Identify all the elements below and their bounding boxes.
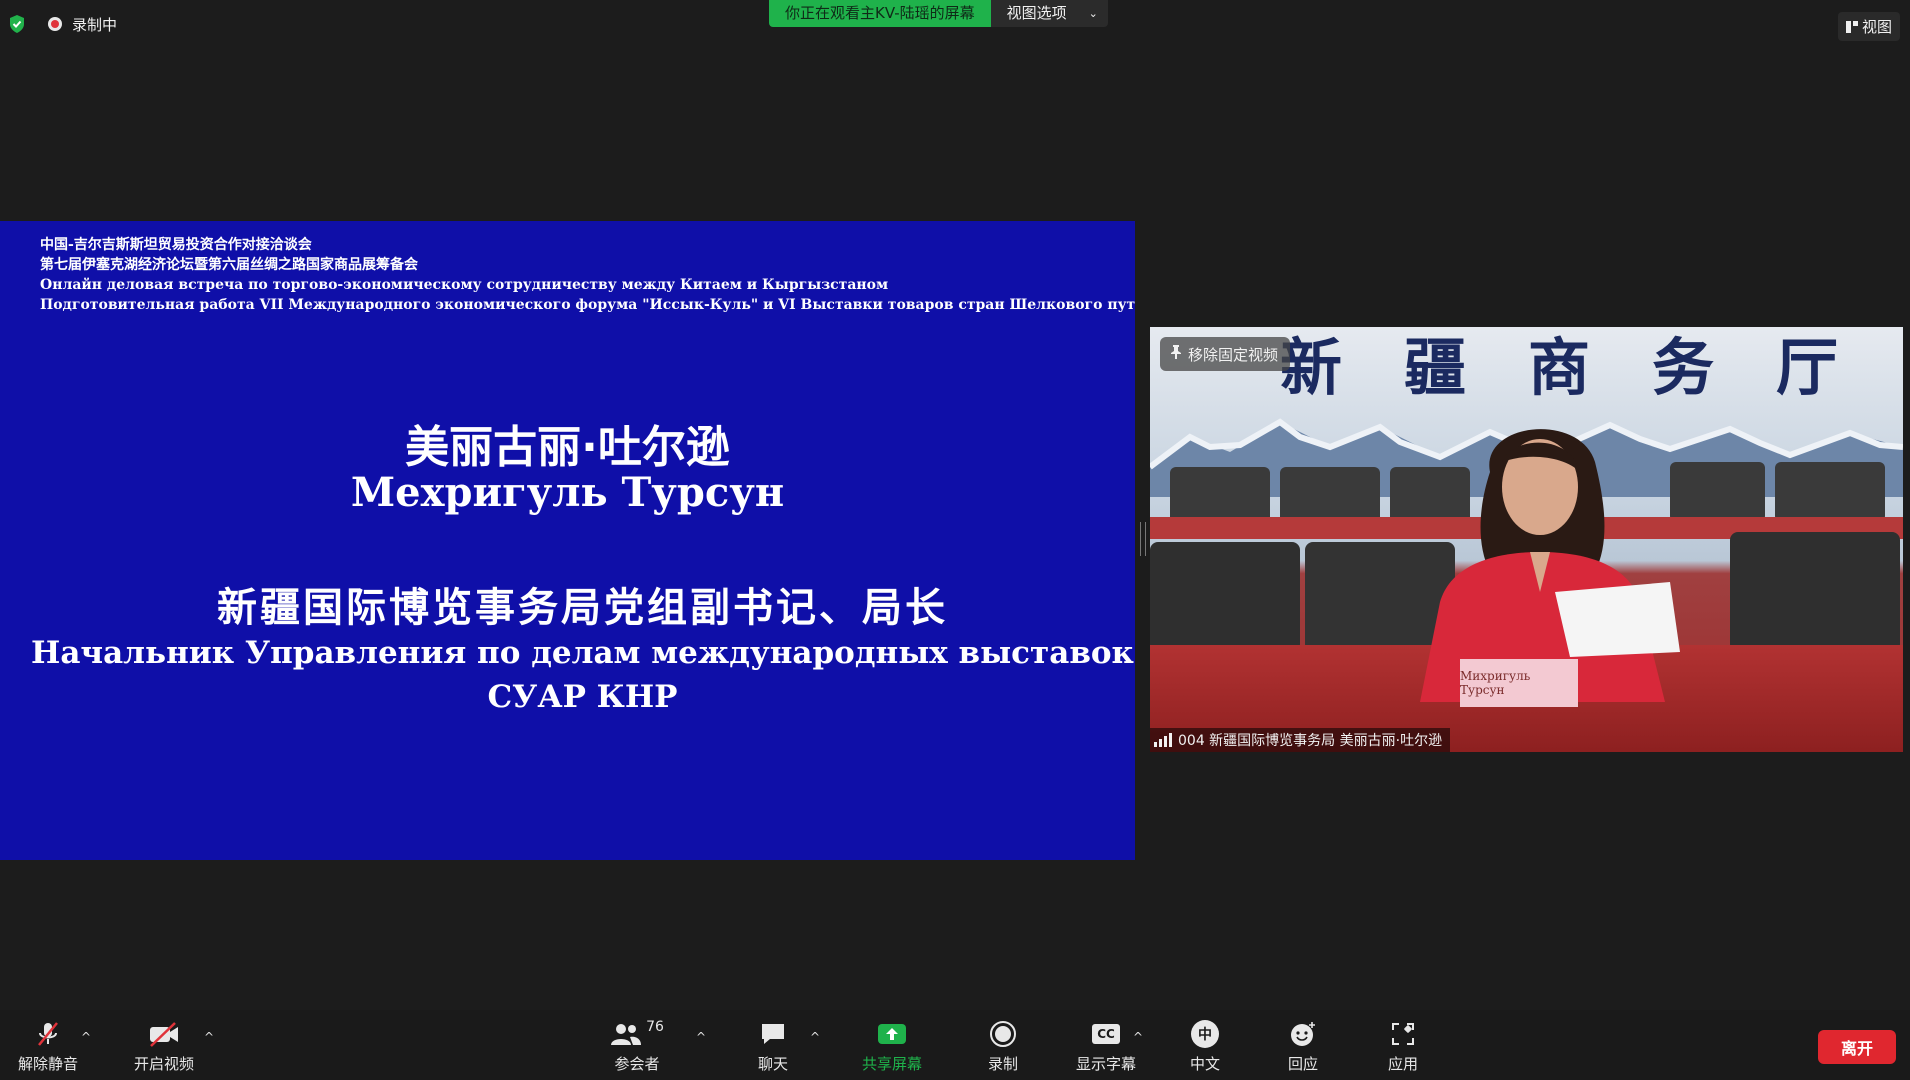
- signal-strength-icon: [1154, 733, 1172, 747]
- participant-name: 004 新疆国际博览事务局 美丽古丽·吐尔逊: [1178, 733, 1443, 749]
- share-screen-button[interactable]: 共享屏幕: [856, 1010, 928, 1080]
- security-shield-icon[interactable]: [2, 9, 32, 39]
- share-screen-label: 共享屏幕: [861, 1054, 922, 1073]
- recording-label: 录制中: [72, 15, 118, 34]
- captions-options-caret[interactable]: ^: [1133, 1030, 1143, 1044]
- language-icon-text: 中: [1191, 1019, 1219, 1048]
- speaker-title-zh: 新疆国际博览事务局党组副书记、局长: [217, 584, 948, 631]
- language-icon: 中: [1191, 1017, 1219, 1051]
- chat-label: 聊天: [757, 1054, 788, 1073]
- unmute-button[interactable]: 解除静音: [12, 1010, 84, 1080]
- view-button-label: 视图: [1861, 18, 1892, 36]
- record-label: 录制: [987, 1054, 1018, 1073]
- participants-count: 76: [646, 1018, 664, 1035]
- slide-header: 中国-吉尔吉斯斯坦贸易投资合作对接洽谈会 第七届伊塞克湖经济论坛暨第六届丝绸之路…: [40, 235, 1135, 315]
- view-button[interactable]: 视图: [1837, 12, 1900, 41]
- zoom-meeting-window: 录制中 你正在观看主KV-陆瑶的屏幕 视图选项 ⌄ 视图 中国-吉尔吉斯斯坦贸易…: [0, 0, 1910, 1080]
- panel-resize-handle[interactable]: [1140, 522, 1146, 556]
- chat-button[interactable]: 聊天: [740, 1010, 806, 1080]
- captions-button[interactable]: CC 显示字幕: [1070, 1010, 1142, 1080]
- speaker-name-ru: Мехригуль Турсун: [350, 469, 785, 516]
- unpin-video-label: 移除固定视频: [1188, 345, 1279, 364]
- apps-icon: [1389, 1017, 1417, 1051]
- view-options-button[interactable]: 视图选项 ⌄: [990, 0, 1108, 27]
- participants-icon-wrap: 76: [610, 1017, 664, 1051]
- slide-header-line: Онлайн деловая встреча по торгово-эконом…: [40, 277, 889, 293]
- screen-share-banner: 你正在观看主KV-陆瑶的屏幕 视图选项 ⌄: [769, 0, 1108, 27]
- record-button[interactable]: 录制: [970, 1010, 1036, 1080]
- video-options-caret[interactable]: ^: [204, 1030, 214, 1044]
- captions-icon: CC: [1092, 1017, 1120, 1051]
- language-button[interactable]: 中 中文: [1172, 1010, 1238, 1080]
- start-video-label: 开启视频: [133, 1054, 194, 1073]
- name-placard: Михригуль Турсун: [1460, 659, 1578, 707]
- pin-icon: [1170, 345, 1182, 363]
- chat-options-caret[interactable]: ^: [810, 1030, 820, 1044]
- recording-icon: [48, 17, 62, 31]
- view-layout-icon: [1845, 20, 1858, 33]
- participants-options-caret[interactable]: ^: [696, 1030, 706, 1044]
- top-left-status: 录制中: [0, 0, 117, 48]
- view-options-label: 视图选项: [1006, 4, 1067, 22]
- share-screen-icon: [876, 1017, 908, 1051]
- participants-icon: [611, 1023, 642, 1045]
- reactions-button[interactable]: 回应: [1270, 1010, 1336, 1080]
- apps-label: 应用: [1387, 1054, 1418, 1073]
- slide-header-line: 中国-吉尔吉斯斯坦贸易投资合作对接洽谈会: [40, 237, 312, 253]
- apps-button[interactable]: 应用: [1370, 1010, 1436, 1080]
- leave-button[interactable]: 离开: [1818, 1030, 1896, 1064]
- slide-header-line: Подготовительная работа VII Международно…: [40, 297, 1135, 313]
- chevron-down-icon: ⌄: [1088, 7, 1098, 20]
- smiley-icon: [1288, 1017, 1318, 1051]
- language-label: 中文: [1189, 1054, 1220, 1073]
- audio-options-caret[interactable]: ^: [81, 1030, 91, 1044]
- participants-button[interactable]: 76 参会者: [604, 1010, 670, 1080]
- video-backdrop-text: 新疆商务厅: [1280, 331, 1901, 404]
- captions-label: 显示字幕: [1075, 1054, 1136, 1073]
- microphone-muted-icon: [33, 1017, 63, 1051]
- reactions-label: 回应: [1287, 1054, 1318, 1073]
- start-video-button[interactable]: 开启视频: [128, 1010, 200, 1080]
- video-off-icon: [147, 1017, 181, 1051]
- participant-name-tag: 004 新疆国际博览事务局 美丽古丽·吐尔逊: [1150, 728, 1451, 752]
- share-notice: 你正在观看主KV-陆瑶的屏幕: [769, 0, 991, 27]
- record-icon: [989, 1017, 1017, 1051]
- meeting-toolbar: 解除静音 ^ 开启视频 ^ 76 参会者 ^ 聊天 ^ 共享屏幕 录制 CC 显…: [0, 1010, 1910, 1080]
- shared-screen-slide: 中国-吉尔吉斯斯坦贸易投资合作对接洽谈会 第七届伊塞克湖经济论坛暨第六届丝绸之路…: [0, 221, 1135, 860]
- chat-icon: [759, 1017, 787, 1051]
- speaker-title-ru-line2: СУАР КНР: [487, 679, 678, 715]
- captions-icon-text: CC: [1092, 1023, 1120, 1044]
- speaker-figure: [1420, 429, 1680, 702]
- speaker-title-ru-line1: Начальник Управления по делам международ…: [31, 635, 1134, 671]
- speaker-name-zh: 美丽古丽·吐尔逊: [405, 422, 730, 473]
- unmute-label: 解除静音: [17, 1054, 78, 1073]
- slide-header-line: 第七届伊塞克湖经济论坛暨第六届丝绸之路国家商品展筹备会: [40, 257, 418, 273]
- participants-label: 参会者: [614, 1054, 660, 1073]
- unpin-video-button[interactable]: 移除固定视频: [1160, 337, 1291, 371]
